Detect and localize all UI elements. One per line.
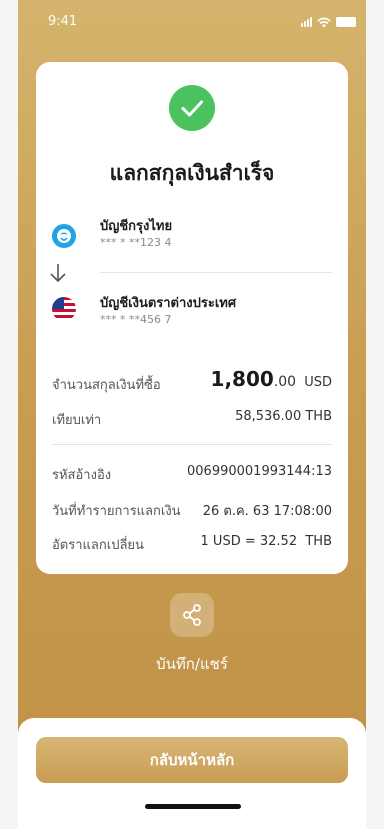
page-title: แลกสกุลเงินสำเร็จ bbox=[109, 161, 275, 185]
bottom-sheet: กลับหน้าหลัก bbox=[18, 718, 366, 829]
date-label: วันที่ทำรายการแลกเงิน bbox=[52, 504, 181, 519]
home-indicator bbox=[145, 804, 241, 809]
amount-decimal: .00 bbox=[273, 374, 297, 390]
divider bbox=[52, 444, 332, 445]
equivalent-label: เทียบเท่า bbox=[52, 413, 102, 428]
status-bar: 9:41 bbox=[18, 0, 366, 50]
us-flag-icon bbox=[52, 297, 76, 321]
app-screen: 9:41 แลกสกุลเงินสำเร็จ บัญชีกรุงไทย *** … bbox=[18, 0, 366, 829]
status-icons bbox=[301, 16, 356, 28]
check-icon bbox=[169, 85, 215, 131]
amount-integer: 1,800 bbox=[210, 367, 274, 391]
battery-icon bbox=[336, 17, 356, 27]
krungthai-logo-icon bbox=[52, 224, 76, 248]
equivalent-value: 58,536.00 THB bbox=[235, 409, 332, 424]
amount-label: จำนวนสกุลเงินที่ซื้อ bbox=[52, 378, 161, 393]
from-account-number: *** * **123 4 bbox=[100, 236, 172, 249]
from-account-name: บัญชีกรุงไทย bbox=[100, 219, 173, 234]
status-time: 9:41 bbox=[48, 14, 78, 29]
to-account-number: *** * **456 7 bbox=[100, 313, 172, 326]
result-card: แลกสกุลเงินสำเร็จ บัญชีกรุงไทย *** * **1… bbox=[36, 62, 348, 574]
reference-value: 006990001993144:13 bbox=[187, 464, 332, 479]
back-to-home-button[interactable]: กลับหน้าหลัก bbox=[36, 737, 348, 783]
rate-label: อัตราแลกเปลี่ยน bbox=[52, 538, 144, 553]
amount-currency: USD bbox=[304, 375, 332, 390]
wifi-icon bbox=[317, 17, 331, 27]
date-value: 26 ต.ค. 63 17:08:00 bbox=[202, 504, 332, 519]
divider bbox=[100, 272, 332, 273]
arrow-down-icon bbox=[50, 264, 66, 283]
reference-label: รหัสอ้างอิง bbox=[52, 468, 112, 483]
share-button[interactable] bbox=[170, 593, 214, 637]
rate-value: 1 USD = 32.52 THB bbox=[200, 534, 332, 549]
signal-icon bbox=[301, 17, 312, 27]
share-label[interactable]: บันทึก/แชร์ bbox=[18, 652, 366, 676]
to-account-name: บัญชีเงินตราต่างประเทศ bbox=[100, 296, 237, 311]
amount-value: 1,800.00 USD bbox=[211, 367, 332, 391]
share-icon bbox=[183, 604, 201, 626]
